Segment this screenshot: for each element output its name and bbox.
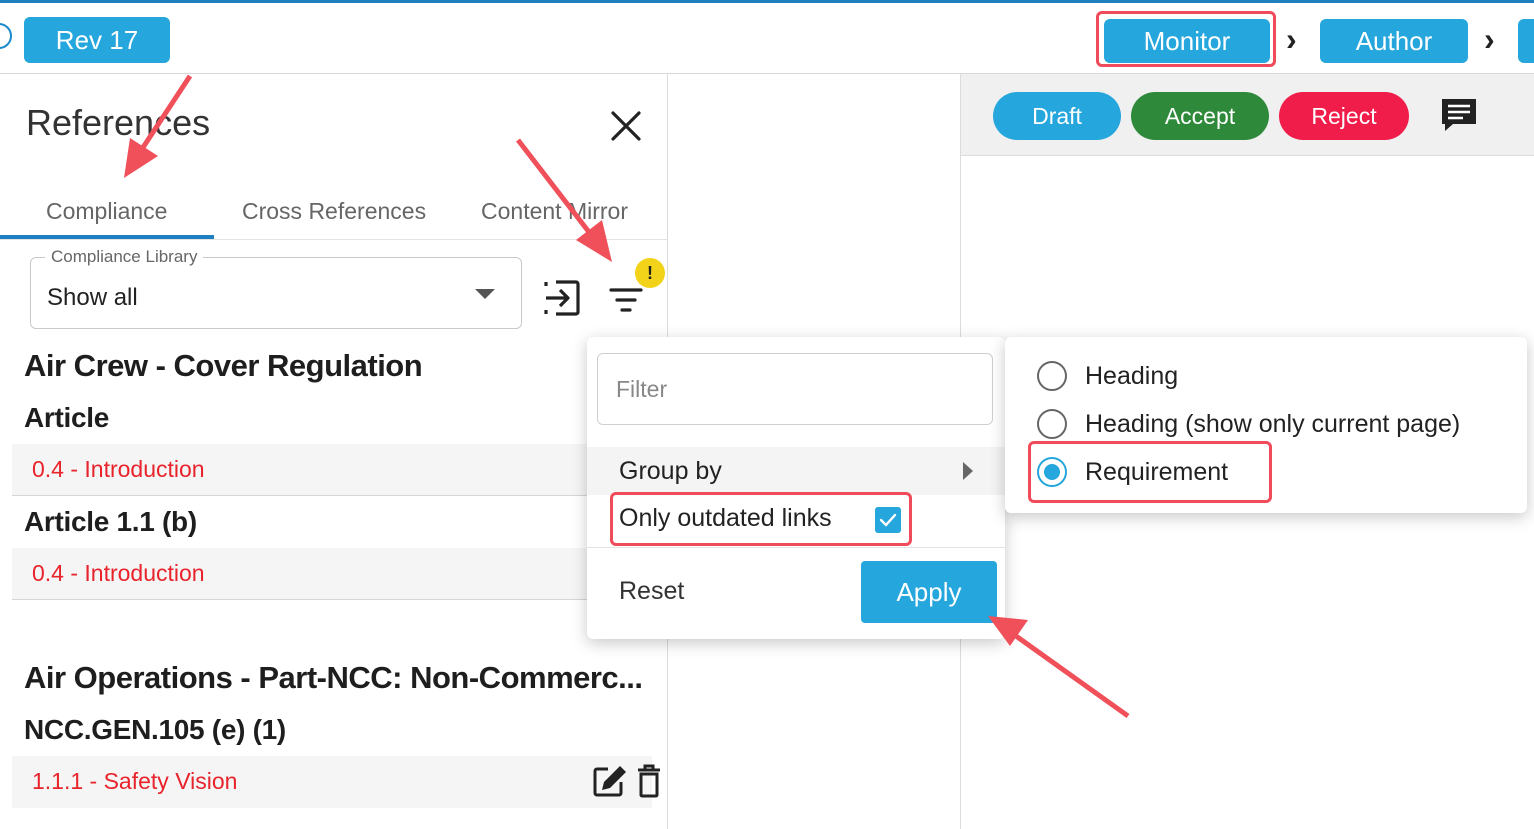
article-title: Article <box>24 402 110 433</box>
article-title: Article 1.1 (b) <box>24 506 197 537</box>
export-icon[interactable] <box>542 278 582 318</box>
list-item: 1.1.1 - Safety Vision <box>12 756 660 808</box>
panel-title: References <box>26 102 211 143</box>
filter-warning-badge: ! <box>635 258 665 288</box>
stage-author-button[interactable]: Author <box>1320 19 1468 63</box>
stage-next-button[interactable] <box>1518 19 1534 63</box>
revision-button[interactable]: Rev 17 <box>24 17 170 63</box>
filter-input[interactable] <box>597 353 993 425</box>
article-title: NCC.GEN.105 (e) (1) <box>24 714 286 745</box>
reference-tabs: Compliance Cross References Content Mirr… <box>0 182 668 240</box>
select-legend: Compliance Library <box>45 247 204 267</box>
top-bar: Rev 17 Monitor › Author › <box>0 0 1534 74</box>
edit-icon[interactable] <box>592 764 628 798</box>
compliance-library-select[interactable]: Compliance Library Show all <box>30 247 522 329</box>
accept-button[interactable]: Accept <box>1131 92 1269 140</box>
comment-icon[interactable] <box>1439 96 1479 134</box>
radio-button[interactable] <box>1037 409 1067 439</box>
select-value: Show all <box>47 284 138 311</box>
tab-content-mirror[interactable]: Content Mirror <box>481 198 628 225</box>
highlight-monitor <box>1096 11 1276 67</box>
highlight-requirement <box>1028 441 1272 503</box>
chevron-right-icon: › <box>1484 21 1495 57</box>
reject-button[interactable]: Reject <box>1279 92 1409 140</box>
list-item: 0.4 - Introduction <box>12 444 652 496</box>
apply-button[interactable]: Apply <box>861 561 997 623</box>
chevron-right-icon: › <box>1286 21 1297 57</box>
tab-compliance[interactable]: Compliance <box>46 198 167 225</box>
group-by-menu-item[interactable]: Group by <box>587 447 1005 495</box>
reference-link[interactable]: 1.1.1 - Safety Vision <box>32 768 237 795</box>
caret-down-icon <box>475 289 495 299</box>
tab-cross-references[interactable]: Cross References <box>242 198 426 225</box>
reference-link[interactable]: 0.4 - Introduction <box>32 560 205 587</box>
radio-label: Heading (show only current page) <box>1085 409 1461 438</box>
active-tab-indicator <box>0 235 214 239</box>
group-by-option-heading-current-page[interactable]: Heading (show only current page) <box>1037 402 1460 446</box>
row-actions <box>592 764 662 798</box>
filter-popover: Group by Only outdated links Reset Apply <box>587 337 1005 639</box>
group-by-label: Group by <box>619 457 722 485</box>
draft-button[interactable]: Draft <box>993 92 1121 140</box>
caret-right-icon <box>963 462 973 480</box>
group-title: Air Operations - Part-NCC: Non-Commerc..… <box>24 660 643 695</box>
group-by-option-heading[interactable]: Heading <box>1037 354 1178 398</box>
group-title: Air Crew - Cover Regulation <box>24 348 423 383</box>
divider <box>587 547 1005 548</box>
review-action-bar: Draft Accept Reject <box>961 74 1534 156</box>
reset-button[interactable]: Reset <box>619 577 684 606</box>
radio-label: Heading <box>1085 361 1179 390</box>
trash-icon[interactable] <box>636 764 662 798</box>
info-icon[interactable] <box>0 23 12 49</box>
reference-link[interactable]: 0.4 - Introduction <box>32 456 205 483</box>
filter-icon[interactable] <box>608 282 644 318</box>
highlight-outdated <box>610 492 912 546</box>
radio-button[interactable] <box>1037 361 1067 391</box>
list-item: 0.4 - Introduction <box>12 548 652 600</box>
references-panel: References Compliance Cross References C… <box>0 74 668 829</box>
close-icon[interactable] <box>608 108 644 144</box>
